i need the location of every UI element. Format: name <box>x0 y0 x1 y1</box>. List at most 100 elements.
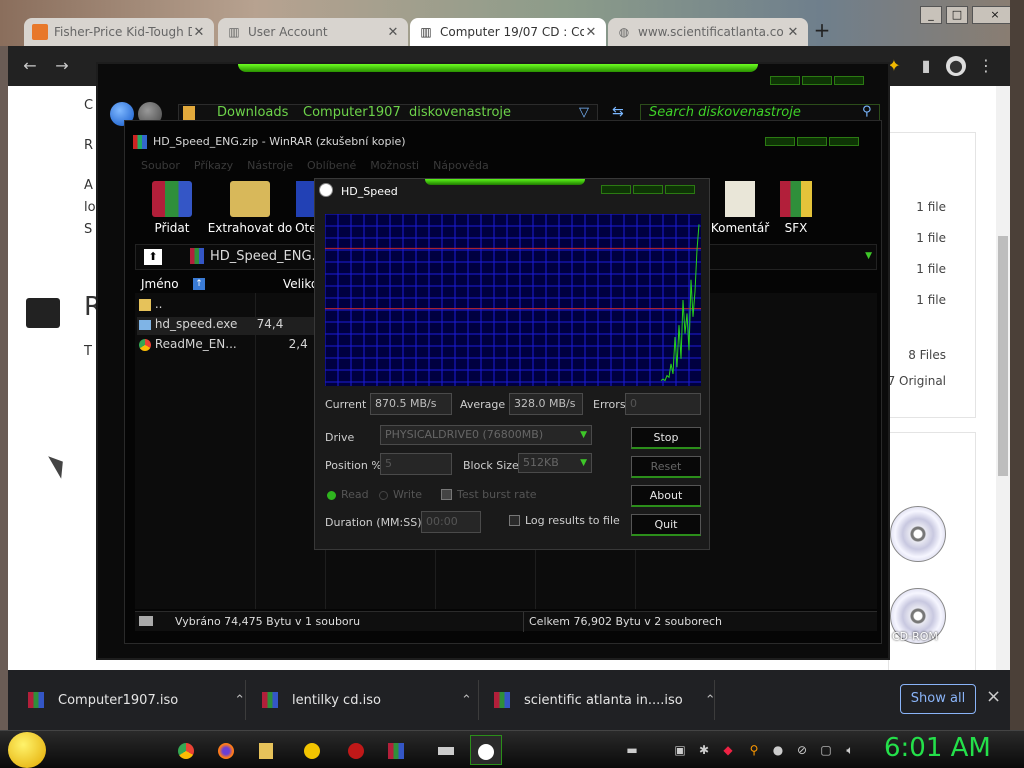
winrar-window-controls[interactable] <box>765 137 859 146</box>
graph-background <box>325 214 701 386</box>
list-item[interactable]: .. <box>139 297 259 315</box>
position-field[interactable]: 5 <box>380 453 452 475</box>
up-folder-icon[interactable]: ⬆ <box>144 249 162 265</box>
current-label: Current <box>325 398 367 411</box>
media-player-icon[interactable] <box>340 735 372 765</box>
page-scrollbar[interactable] <box>996 86 1010 670</box>
block-size-value: 512KB <box>523 456 559 469</box>
close-icon[interactable]: ✕ <box>192 25 206 40</box>
breadcrumb-downloads[interactable]: Downloads <box>217 105 288 121</box>
firefox-icon[interactable] <box>210 735 242 765</box>
chrome-icon <box>139 338 151 351</box>
sfx-button[interactable]: SFX <box>759 181 833 235</box>
status-bar: Vybráno 74,475 Bytu v 1 souboru Celkem 7… <box>135 611 877 632</box>
taskbar-clock[interactable]: 6:01 AM <box>884 733 991 763</box>
file-count: 1 file <box>916 200 946 214</box>
tab-title: www.scientificatlanta.co <box>638 25 784 39</box>
search-icon[interactable]: ⚲ <box>862 104 872 119</box>
list-item[interactable]: ReadMe_EN... 2,4 <box>139 337 321 355</box>
download-bar: Computer1907.iso ⌃ lentilky cd.iso ⌃ sci… <box>8 670 1010 730</box>
network-tray-icon[interactable]: ✱ <box>696 742 712 758</box>
write-radio[interactable] <box>379 491 388 500</box>
close-icon[interactable]: ✕ <box>786 25 800 40</box>
file-count: 8 Files <box>908 348 946 362</box>
disabled-tray-icon[interactable]: ⊘ <box>794 742 810 758</box>
hd-window-controls[interactable] <box>601 185 695 194</box>
breadcrumb-computer1907[interactable]: Computer1907 <box>303 105 401 121</box>
profile-icon[interactable]: ● <box>946 56 966 76</box>
close-icon[interactable]: × <box>986 686 1001 707</box>
minimize-button[interactable]: _ <box>920 6 942 24</box>
drive-tray-icon[interactable]: ▬ <box>624 742 640 758</box>
add-button[interactable]: Přidat <box>135 181 209 235</box>
archive-icon: ▥ <box>420 25 432 39</box>
show-all-button[interactable]: Show all <box>900 684 976 714</box>
log-results-checkbox[interactable] <box>509 515 520 526</box>
back-arrow-icon[interactable]: ← <box>20 56 40 76</box>
column-size[interactable]: Veliko <box>283 277 318 291</box>
chevron-up-icon[interactable]: ⌃ <box>234 693 245 708</box>
security-tray-icon[interactable]: ◆ <box>720 742 736 758</box>
cd-disc-icon[interactable] <box>890 506 946 562</box>
start-smiley-icon[interactable] <box>8 732 46 768</box>
column-name[interactable]: Jméno <box>141 277 179 291</box>
download-item[interactable]: lentilky cd.iso ⌃ <box>262 686 472 714</box>
tab-fisher-price[interactable]: Fisher-Price Kid-Tough D ✕ <box>24 18 214 46</box>
monitor-tray-icon[interactable]: ▢ <box>818 742 834 758</box>
tab-title: Computer 19/07 CD : Co <box>440 25 584 39</box>
toolbar-label: SFX <box>784 221 808 235</box>
menu-icon[interactable]: ⋮ <box>976 56 996 76</box>
chevron-down-icon[interactable]: ▽ <box>579 105 589 121</box>
menu-napoveda[interactable]: Nápověda <box>433 159 489 172</box>
download-filename: Computer1907.iso <box>58 692 179 708</box>
new-tab-button[interactable]: + <box>812 20 832 40</box>
read-radio[interactable] <box>327 491 336 500</box>
menu-soubor[interactable]: Soubor <box>141 159 180 172</box>
breadcrumb-diskovenastroje[interactable]: diskovenastroje <box>409 105 511 121</box>
list-item-selected[interactable]: hd_speed.exe 74,4 <box>137 317 319 335</box>
menu-oblibene[interactable]: Oblíbené <box>307 159 356 172</box>
file-explorer-icon[interactable] <box>250 735 282 765</box>
reset-button[interactable]: Reset <box>631 456 701 478</box>
chrome-icon[interactable] <box>170 735 202 765</box>
test-burst-checkbox[interactable] <box>441 489 452 500</box>
forward-arrow-icon[interactable]: → <box>52 56 72 76</box>
messenger-smiley-icon[interactable] <box>296 735 328 765</box>
drive-select[interactable]: PHYSICALDRIVE0 (76800MB) ▼ <box>380 425 592 445</box>
sidebar-icon[interactable]: ▮ <box>916 56 936 76</box>
scrollbar-thumb[interactable] <box>998 236 1008 476</box>
chevron-up-icon[interactable]: ⌃ <box>461 693 472 708</box>
menu-prikazy[interactable]: Příkazy <box>194 159 233 172</box>
refresh-icon[interactable]: ⇆ <box>612 104 624 120</box>
extract-to-button[interactable]: Extrahovat do <box>207 181 293 235</box>
download-item[interactable]: scientific atlanta in....iso ⌃ <box>494 686 716 714</box>
menu-moznosti[interactable]: Možnosti <box>370 159 419 172</box>
about-button[interactable]: About <box>631 485 701 507</box>
chevron-down-icon[interactable]: ▼ <box>865 251 872 261</box>
explorer-window-controls[interactable] <box>770 76 864 85</box>
desktop-edge <box>1010 0 1024 730</box>
maximize-button[interactable]: □ <box>946 6 968 24</box>
menu-nastroje[interactable]: Nástroje <box>247 159 293 172</box>
download-divider <box>478 680 479 720</box>
stop-button[interactable]: Stop <box>631 427 701 449</box>
tab-computer-cd[interactable]: ▥ Computer 19/07 CD : Co ✕ <box>410 18 606 46</box>
close-icon[interactable]: ✕ <box>386 25 400 40</box>
chat-tray-icon[interactable]: ● <box>770 742 786 758</box>
block-size-select[interactable]: 512KB ▼ <box>518 453 592 473</box>
search-icon[interactable]: ⚲ <box>746 742 762 758</box>
archive-icon <box>262 692 278 708</box>
volume-icon[interactable]: 🔈︎ <box>842 742 858 758</box>
file-name: hd_speed.exe <box>154 317 238 331</box>
close-icon[interactable]: ✕ <box>584 25 598 40</box>
tab-user-account[interactable]: ▥ User Account ✕ <box>218 18 408 46</box>
errors-label: Errors <box>593 398 626 411</box>
download-item[interactable]: Computer1907.iso ⌃ <box>28 686 245 714</box>
quit-button[interactable]: Quit <box>631 514 701 536</box>
tab-scientific-atlanta[interactable]: ◍ www.scientificatlanta.co ✕ <box>608 18 808 46</box>
disk-tool-icon[interactable] <box>430 735 462 765</box>
hd-speed-taskbar-icon[interactable] <box>470 735 502 765</box>
winrar-taskbar-icon[interactable] <box>380 735 412 765</box>
file-count: 7 Original <box>887 374 946 388</box>
folder-tray-icon[interactable]: ▣ <box>672 742 688 758</box>
